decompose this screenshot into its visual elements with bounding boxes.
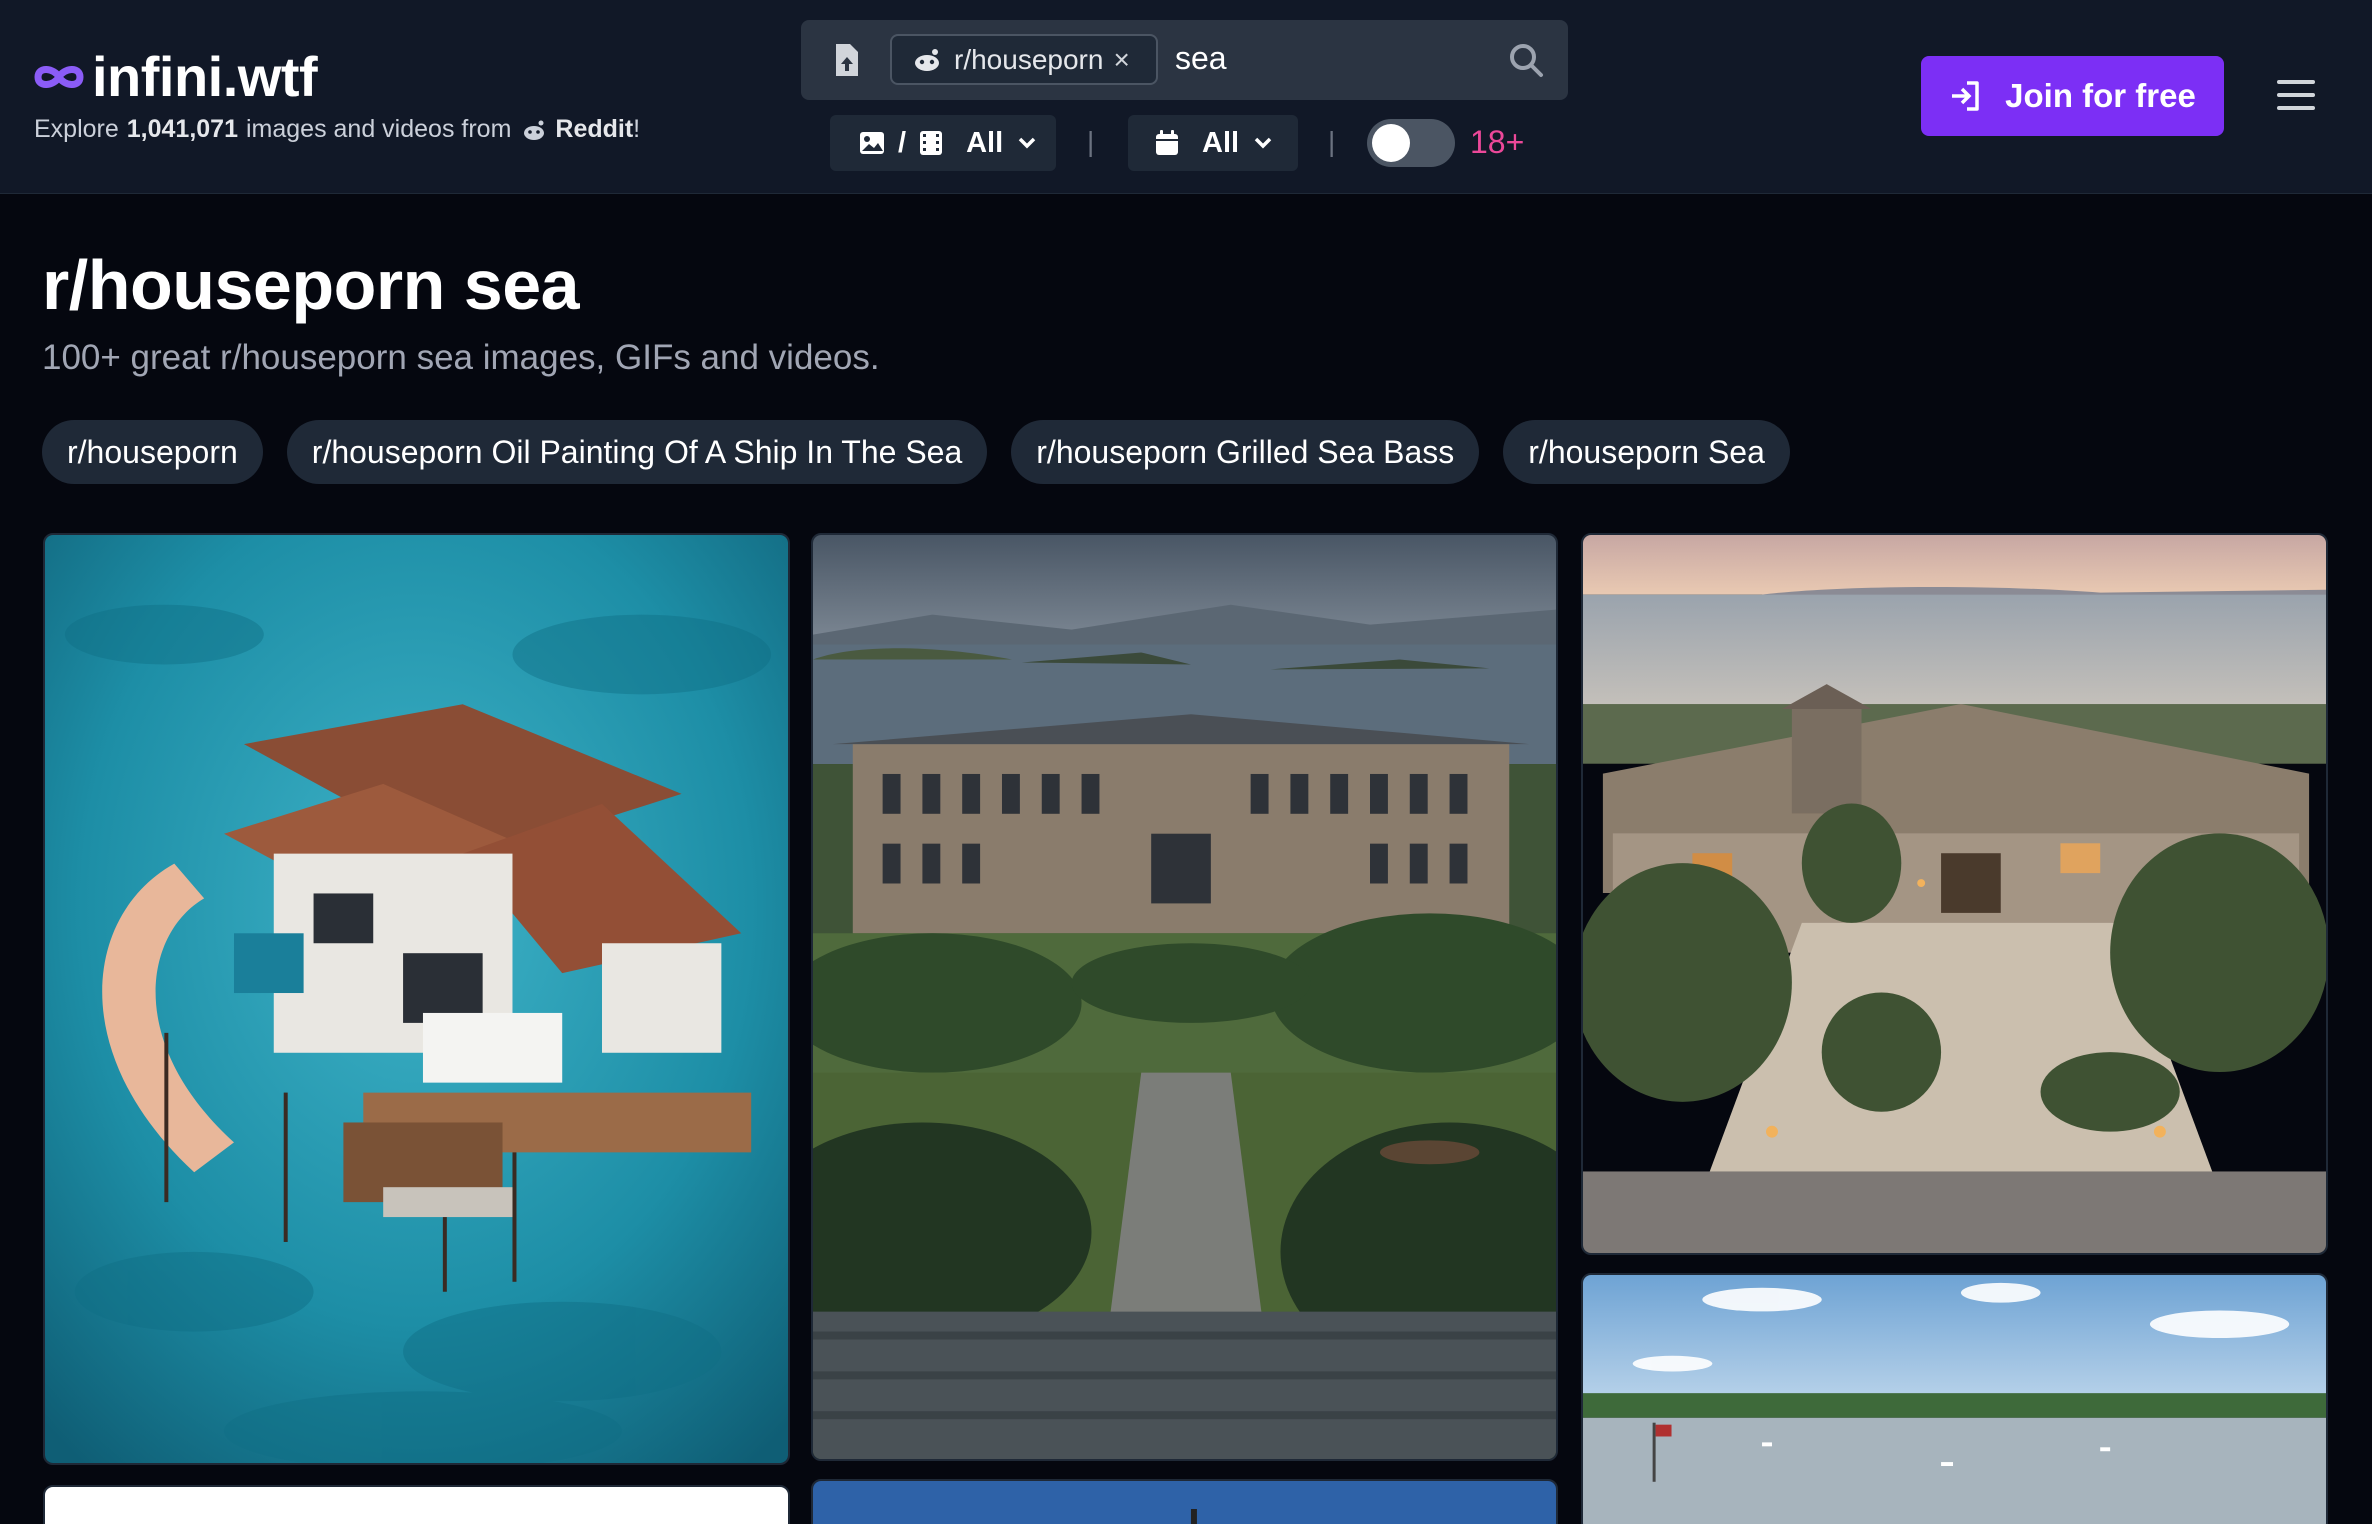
- related-tag[interactable]: r/houseporn Sea: [1503, 420, 1790, 484]
- search-input[interactable]: sea: [1175, 40, 1227, 77]
- join-button[interactable]: Join for free: [1921, 56, 2224, 136]
- chevron-down-icon: [1253, 136, 1273, 150]
- result-image-lake-view[interactable]: [1581, 1273, 2328, 1524]
- media-filter-value: All: [966, 126, 1004, 159]
- image-video-icon: [858, 129, 886, 157]
- date-filter[interactable]: All: [1128, 115, 1298, 171]
- calendar-icon: [1154, 129, 1180, 157]
- media-separator: /: [898, 126, 907, 159]
- source-name: Reddit: [555, 115, 634, 143]
- tagline-prefix: Explore: [34, 115, 119, 143]
- page-subtitle: 100+ great r/houseporn sea images, GIFs …: [42, 338, 880, 377]
- result-image-coastal-mansion[interactable]: [811, 533, 1558, 1461]
- file-upload-icon[interactable]: [829, 42, 863, 78]
- chevron-down-icon: [1017, 136, 1037, 150]
- result-image-overwater-villa[interactable]: [43, 533, 790, 1465]
- reddit-icon: [521, 119, 547, 141]
- subreddit-chip-label: r/houseporn: [954, 43, 1104, 75]
- brand-name: infini.wtf: [92, 45, 318, 108]
- tagline-suffix: !: [633, 115, 641, 143]
- result-image-stone-estate[interactable]: [1581, 533, 2328, 1255]
- hamburger-menu-icon[interactable]: [2275, 76, 2317, 114]
- video-icon: [918, 129, 944, 157]
- join-button-label: Join for free: [2005, 77, 2196, 114]
- related-tag[interactable]: r/houseporn Oil Painting Of A Ship In Th…: [286, 420, 988, 484]
- media-type-filter[interactable]: / All: [830, 115, 1056, 171]
- infinity-icon: [34, 64, 84, 90]
- toggle-knob: [1372, 124, 1410, 162]
- tagline-mid: images and videos from: [245, 115, 512, 143]
- reddit-icon: [912, 47, 942, 73]
- nsfw-label: 18+: [1470, 124, 1525, 160]
- date-filter-value: All: [1202, 126, 1240, 159]
- filter-divider: |: [1328, 126, 1336, 157]
- chip-remove-button[interactable]: ×: [1113, 44, 1129, 76]
- page-title: r/houseporn sea: [42, 246, 580, 324]
- subreddit-chip[interactable]: r/houseporn ×: [890, 34, 1158, 85]
- nsfw-toggle[interactable]: [1367, 119, 1455, 167]
- tagline: Explore 1,041,071 images and videos from…: [34, 115, 640, 144]
- top-header: infini.wtf Explore 1,041,071 images and …: [0, 0, 2372, 194]
- search-bar[interactable]: r/houseporn × sea: [801, 20, 1568, 100]
- related-tag[interactable]: r/houseporn: [42, 420, 263, 484]
- login-icon: [1952, 81, 1979, 111]
- brand[interactable]: infini.wtf: [34, 44, 318, 109]
- search-icon[interactable]: [1506, 40, 1546, 80]
- filter-divider: |: [1087, 126, 1095, 157]
- image-count: 1,041,071: [126, 115, 238, 143]
- related-tags: r/houseporn r/houseporn Oil Painting Of …: [42, 420, 1814, 484]
- result-image-partial[interactable]: [811, 1479, 1558, 1524]
- result-image-partial[interactable]: [43, 1485, 790, 1524]
- related-tag[interactable]: r/houseporn Grilled Sea Bass: [1011, 420, 1480, 484]
